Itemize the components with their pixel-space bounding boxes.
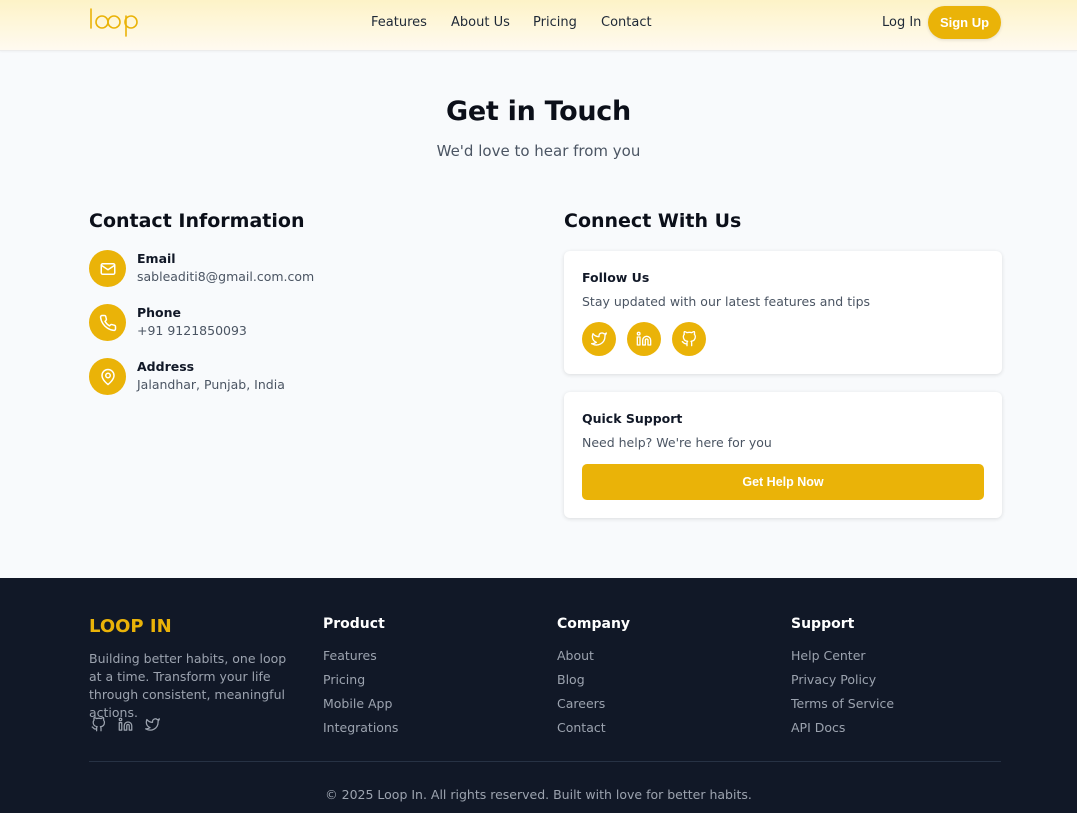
github-icon[interactable] <box>89 715 107 733</box>
footer-link-help-center[interactable]: Help Center <box>791 648 866 663</box>
footer-link-blog[interactable]: Blog <box>557 672 585 687</box>
footer-link-api-docs[interactable]: API Docs <box>791 720 845 735</box>
email-label: Email <box>137 251 176 266</box>
contact-email: Email sableaditi8@gmail.com.com <box>89 250 489 288</box>
nav-features-link[interactable]: Features <box>371 15 427 30</box>
follow-us-card: Follow Us Stay updated with our latest f… <box>564 251 1002 374</box>
follow-us-text: Stay updated with our latest features an… <box>582 294 871 309</box>
get-help-button[interactable]: Get Help Now <box>582 464 984 500</box>
footer-link-pricing[interactable]: Pricing <box>323 672 365 687</box>
twitter-icon[interactable] <box>143 715 161 733</box>
footer-divider <box>89 761 1001 762</box>
footer: LOOP IN Building better habits, one loop… <box>0 578 1077 813</box>
footer-link-mobile-app[interactable]: Mobile App <box>323 696 392 711</box>
nav-contact-link[interactable]: Contact <box>601 15 652 30</box>
footer-link-integrations[interactable]: Integrations <box>323 720 398 735</box>
address-value: Jalandhar, Punjab, India <box>137 377 285 392</box>
footer-link-contact[interactable]: Contact <box>557 720 606 735</box>
map-pin-icon <box>89 358 126 395</box>
github-icon[interactable] <box>672 322 706 356</box>
quick-support-card: Quick Support Need help? We're here for … <box>564 392 1002 518</box>
copyright-text: © 2025 Loop In. All rights reserved. Bui… <box>325 787 752 802</box>
footer-company-title: Company <box>557 616 631 632</box>
linkedin-icon[interactable] <box>116 715 134 733</box>
quick-support-title: Quick Support <box>582 411 683 426</box>
phone-value: +91 9121850093 <box>137 323 247 338</box>
footer-tagline: Building better habits, one loop at a ti… <box>89 651 287 720</box>
phone-icon <box>89 304 126 341</box>
nav-about-link[interactable]: About Us <box>451 15 510 30</box>
phone-label: Phone <box>137 305 182 320</box>
quick-support-text: Need help? We're here for you <box>582 435 772 450</box>
footer-support-title: Support <box>791 616 855 632</box>
connect-title: Connect With Us <box>564 210 742 232</box>
linkedin-icon[interactable] <box>627 322 661 356</box>
footer-brand: LOOP IN <box>89 616 172 637</box>
footer-link-terms[interactable]: Terms of Service <box>791 696 894 711</box>
signup-button[interactable]: Sign Up <box>928 6 1001 39</box>
footer-link-about[interactable]: About <box>557 648 594 663</box>
footer-link-careers[interactable]: Careers <box>557 696 605 711</box>
footer-link-privacy-policy[interactable]: Privacy Policy <box>791 672 876 687</box>
top-navbar: Features About Us Pricing Contact Log In… <box>0 0 1077 51</box>
mail-icon <box>89 250 126 287</box>
address-label: Address <box>137 359 195 374</box>
login-link[interactable]: Log In <box>882 15 921 30</box>
page-subtitle: We'd love to hear from you <box>436 142 641 160</box>
twitter-icon[interactable] <box>582 322 616 356</box>
contact-address: Address Jalandhar, Punjab, India <box>89 358 489 396</box>
follow-us-title: Follow Us <box>582 270 650 285</box>
nav-pricing-link[interactable]: Pricing <box>533 15 577 30</box>
contact-info-title: Contact Information <box>89 210 305 232</box>
footer-product-title: Product <box>323 616 385 632</box>
footer-link-features[interactable]: Features <box>323 648 377 663</box>
contact-phone: Phone +91 9121850093 <box>89 304 489 342</box>
page-title: Get in Touch <box>446 96 631 127</box>
email-value: sableaditi8@gmail.com.com <box>137 269 315 284</box>
